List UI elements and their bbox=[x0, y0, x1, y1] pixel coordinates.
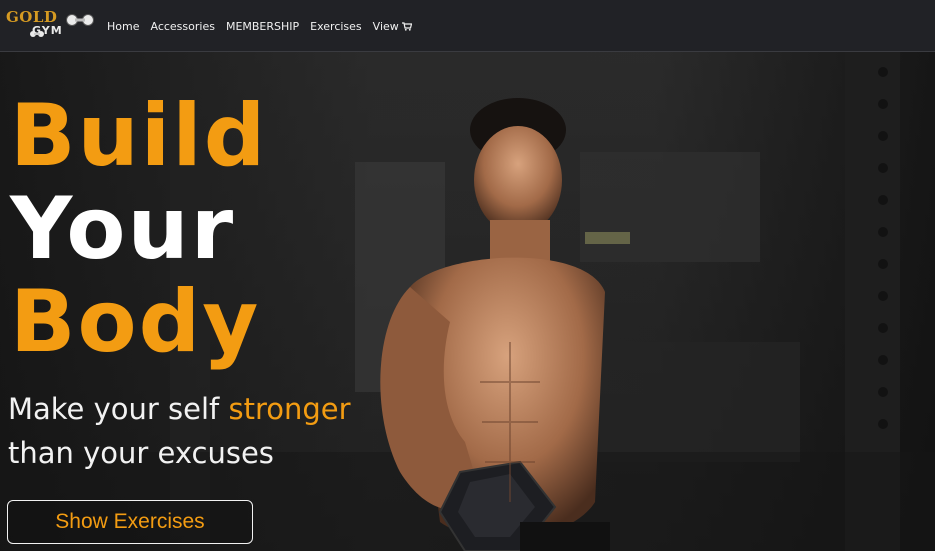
hero-headline: Build Your Body bbox=[10, 90, 267, 369]
athlete-image bbox=[380, 98, 610, 551]
headline-word-body: Body bbox=[10, 272, 261, 372]
nav-menu: Home Accessories MEMBERSHIP Exercises Vi… bbox=[107, 0, 423, 52]
nav-item-home[interactable]: Home bbox=[107, 20, 139, 33]
tagline-accent-word: stronger bbox=[228, 392, 351, 426]
hero-section: Build Your Body Make your self stronger … bbox=[0, 52, 935, 551]
tagline-line-2: than your excuses bbox=[8, 436, 274, 470]
tagline-text: Make your self bbox=[8, 392, 229, 426]
small-dumbbell-icon bbox=[30, 31, 44, 37]
top-navbar: GOLD GYM Home Accessories MEMBERSHIP Exe… bbox=[0, 0, 935, 52]
cart-icon bbox=[401, 21, 412, 31]
hero-tagline: Make your self stronger than your excuse… bbox=[8, 387, 351, 475]
dumbbell-icon bbox=[66, 14, 94, 26]
headline-word-your: Your bbox=[10, 179, 236, 279]
nav-item-accessories[interactable]: Accessories bbox=[150, 20, 214, 33]
headline-word-build: Build bbox=[10, 86, 268, 186]
nav-item-exercises[interactable]: Exercises bbox=[310, 20, 362, 33]
nav-item-view-label: View bbox=[372, 19, 399, 33]
nav-item-membership[interactable]: MEMBERSHIP bbox=[226, 20, 299, 33]
logo-text-gold: GOLD bbox=[6, 8, 58, 26]
show-exercises-button[interactable]: Show Exercises bbox=[7, 500, 253, 544]
gold-gym-logo[interactable]: GOLD GYM bbox=[6, 9, 94, 45]
nav-item-view-cart[interactable]: View bbox=[373, 20, 412, 33]
